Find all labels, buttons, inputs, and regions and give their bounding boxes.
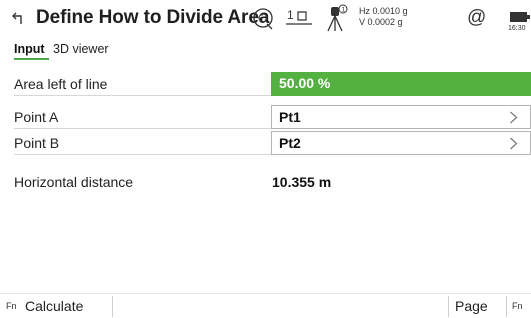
horizontal-distance-label: Horizontal distance bbox=[14, 174, 134, 190]
row-point-b: Point B Pt2 bbox=[0, 131, 531, 155]
tab-input[interactable]: Input bbox=[14, 42, 45, 56]
angle-readout: Hz 0.0010 g V 0.0002 g bbox=[359, 6, 408, 28]
row-area-left: Area left of line 50.00 % bbox=[0, 72, 531, 96]
divider bbox=[14, 154, 271, 155]
area-left-field[interactable]: 50.00 % bbox=[271, 72, 531, 96]
chevron-right-icon bbox=[510, 137, 518, 150]
divider bbox=[14, 95, 271, 96]
clock: 16:30 bbox=[508, 25, 526, 32]
chevron-right-icon bbox=[510, 111, 518, 124]
row-horizontal-distance: Horizontal distance 10.355 m bbox=[0, 170, 531, 194]
divider bbox=[14, 128, 271, 129]
hz-angle: Hz 0.0010 g bbox=[359, 6, 408, 16]
layer-icon[interactable]: 1 bbox=[284, 6, 314, 30]
tab-bar: Input 3D viewer bbox=[0, 40, 531, 62]
at-icon[interactable]: @ bbox=[467, 7, 486, 29]
area-left-label: Area left of line bbox=[14, 76, 108, 92]
svg-text:1: 1 bbox=[342, 7, 346, 14]
row-point-a: Point A Pt1 bbox=[0, 105, 531, 129]
area-left-value: 50.00 % bbox=[279, 75, 331, 91]
back-icon[interactable] bbox=[12, 10, 26, 26]
point-a-label: Point A bbox=[14, 109, 59, 125]
softkey-separator bbox=[448, 296, 449, 317]
tripod-icon[interactable]: 1 bbox=[322, 4, 348, 34]
softkey-separator bbox=[506, 296, 507, 317]
v-angle: V 0.0002 g bbox=[359, 17, 403, 27]
title-bar: Define How to Divide Area 1 1 Hz 0.0010 … bbox=[0, 0, 531, 38]
point-b-label: Point B bbox=[14, 135, 60, 151]
point-b-value: Pt2 bbox=[279, 135, 301, 151]
page-button[interactable]: Page bbox=[455, 298, 488, 314]
fn-left-button[interactable]: Fn bbox=[6, 301, 17, 311]
softkey-separator bbox=[112, 296, 113, 317]
point-a-value: Pt1 bbox=[279, 109, 301, 125]
calculate-button[interactable]: Calculate bbox=[25, 298, 83, 314]
page-title: Define How to Divide Area bbox=[36, 7, 270, 28]
tilt-icon[interactable] bbox=[250, 5, 276, 31]
horizontal-distance-value: 10.355 m bbox=[272, 174, 332, 190]
fn-right-button[interactable]: Fn bbox=[512, 301, 523, 311]
softkey-bar: Fn Calculate Page Fn bbox=[0, 293, 531, 318]
point-b-field[interactable]: Pt2 bbox=[271, 131, 531, 155]
point-a-field[interactable]: Pt1 bbox=[271, 105, 531, 129]
tab-3d-viewer[interactable]: 3D viewer bbox=[53, 42, 109, 56]
active-tab-indicator bbox=[14, 58, 49, 60]
